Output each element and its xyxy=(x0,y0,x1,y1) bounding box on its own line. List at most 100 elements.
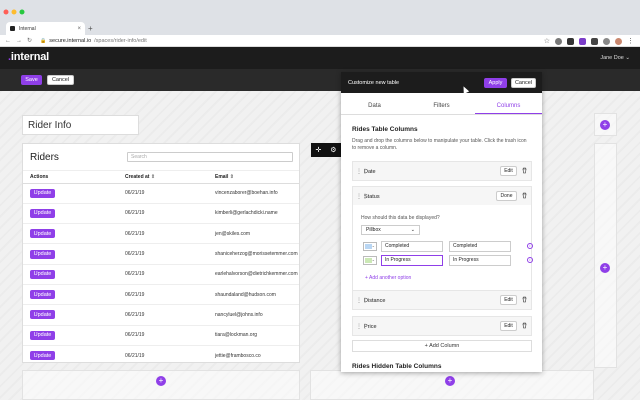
add-column-button[interactable]: + Add Column xyxy=(352,340,532,352)
modal-tabs: Data Filters Columns xyxy=(341,99,542,115)
extension-icon[interactable] xyxy=(591,37,598,45)
window-controls-icon xyxy=(3,9,25,15)
cancel-button[interactable]: Cancel xyxy=(47,75,74,85)
forward-icon[interactable]: → xyxy=(16,38,22,44)
table-row: Update 06/21/19 shaundaland@hudson.com xyxy=(23,284,299,306)
option-row: ⌄ Completed Completed i xyxy=(363,241,533,252)
tab-filters[interactable]: Filters xyxy=(408,99,475,114)
option-label-input[interactable]: In Progress xyxy=(449,255,511,266)
column-name: Status xyxy=(364,194,380,200)
save-button[interactable]: Save xyxy=(21,75,42,85)
trash-icon[interactable] xyxy=(522,322,527,329)
modal-cancel-button[interactable]: Cancel xyxy=(511,78,536,88)
table-row: Update 06/21/19 tiara@lockman.org xyxy=(23,325,299,346)
display-question: How should this data be displayed? xyxy=(361,215,440,221)
update-button[interactable]: Update xyxy=(30,208,55,218)
option-value-input[interactable]: In Progress xyxy=(381,255,443,266)
window-controls[interactable] xyxy=(2,8,32,18)
settings-gear-icon[interactable]: ⚙ xyxy=(330,146,336,154)
add-component-icon[interactable]: + xyxy=(600,120,610,130)
back-icon[interactable]: ← xyxy=(5,38,11,44)
search-input[interactable]: Search xyxy=(127,152,293,162)
column-row-status[interactable]: ⋮⋮ Status Done xyxy=(352,186,532,206)
done-column-button[interactable]: Done xyxy=(496,191,517,201)
close-tab-icon[interactable]: × xyxy=(77,26,81,32)
column-row-date[interactable]: ⋮⋮ Date Edit xyxy=(352,161,532,181)
profile-avatar[interactable] xyxy=(615,37,622,45)
info-icon[interactable]: i xyxy=(527,257,533,263)
email-cell: nancyluel@johns.info xyxy=(208,304,299,326)
move-icon[interactable]: ✛ xyxy=(315,146,321,154)
email-cell: jettie@frambosco.co xyxy=(208,345,299,362)
update-button[interactable]: Update xyxy=(30,310,55,320)
bookmark-star-icon[interactable]: ☆ xyxy=(544,37,550,45)
update-button[interactable]: Update xyxy=(30,290,55,300)
update-button[interactable]: Update xyxy=(30,269,55,279)
color-picker[interactable]: ⌄ xyxy=(363,242,377,251)
tab-title: Internal xyxy=(19,25,36,32)
update-button[interactable]: Update xyxy=(30,249,55,259)
extension-icon[interactable] xyxy=(555,37,562,45)
add-component-icon[interactable]: + xyxy=(445,376,455,386)
update-button[interactable]: Update xyxy=(30,330,55,340)
tab-data[interactable]: Data xyxy=(341,99,408,114)
actions-cell: Update xyxy=(23,183,118,204)
trash-icon[interactable] xyxy=(522,167,527,174)
sort-icon[interactable]: ⇕ xyxy=(151,174,155,180)
user-menu[interactable]: Jane Doe ⌄ xyxy=(600,55,630,61)
editor-toolbar: Save Cancel xyxy=(0,69,640,91)
extension-icon[interactable] xyxy=(567,37,574,45)
email-cell: shaundaland@hudson.com xyxy=(208,284,299,306)
actions-cell: Update xyxy=(23,243,118,265)
extension-icon[interactable] xyxy=(579,37,586,45)
column-header-created-at[interactable]: Created at ⇕ xyxy=(118,171,208,184)
section-title: Rides Table Columns xyxy=(352,126,418,133)
apply-button[interactable]: Apply xyxy=(484,78,507,88)
add-component-icon[interactable]: + xyxy=(600,263,610,273)
page-title[interactable]: Rider Info xyxy=(22,115,139,135)
trash-icon[interactable] xyxy=(522,192,527,199)
option-row: ⌄ In Progress In Progress i xyxy=(363,255,533,266)
new-tab-button[interactable]: + xyxy=(88,24,93,33)
logo[interactable]: .internal xyxy=(8,51,49,63)
riders-table-card[interactable]: Riders Search Actions Created at ⇕ Email… xyxy=(22,143,300,363)
option-label-input[interactable]: Completed xyxy=(449,241,511,252)
tab-columns[interactable]: Columns xyxy=(475,99,542,114)
extension-icon[interactable] xyxy=(603,37,610,45)
reload-icon[interactable]: ↻ xyxy=(27,37,32,44)
info-icon[interactable]: i xyxy=(527,243,533,249)
created-at-cell: 06/21/19 xyxy=(118,183,208,204)
chevron-down-icon: ⌄ xyxy=(371,257,375,262)
color-picker[interactable]: ⌄ xyxy=(363,256,377,265)
column-row-price[interactable]: ⋮⋮ Price Edit xyxy=(352,316,532,336)
update-button[interactable]: Update xyxy=(30,229,55,239)
trash-icon[interactable] xyxy=(522,296,527,303)
hidden-columns-title: Rides Hidden Table Columns xyxy=(352,363,442,370)
update-button[interactable]: Update xyxy=(30,351,55,361)
email-cell: kimberli@gerlachdicki.name xyxy=(208,203,299,225)
logo-text: internal xyxy=(10,51,49,63)
column-row-distance[interactable]: ⋮⋮ Distance Edit xyxy=(352,290,532,310)
columns-panel: Rides Table Columns Drag and drop the co… xyxy=(352,122,532,152)
column-header-email[interactable]: Email ⇕ xyxy=(208,171,299,184)
sort-icon[interactable]: ⇕ xyxy=(230,174,234,180)
display-type-value: Pillbox xyxy=(366,227,381,233)
edit-column-button[interactable]: Edit xyxy=(500,166,517,176)
update-button[interactable]: Update xyxy=(30,188,55,198)
table-header-row: Actions Created at ⇕ Email ⇕ xyxy=(23,171,299,184)
add-component-icon[interactable]: + xyxy=(156,376,166,386)
browser-tab[interactable]: Internal × xyxy=(6,22,85,35)
display-type-select[interactable]: Pillbox ⌄ xyxy=(361,225,420,235)
add-option-link[interactable]: + Add another option xyxy=(365,275,411,281)
created-at-cell: 06/21/19 xyxy=(118,223,208,245)
edit-column-button[interactable]: Edit xyxy=(500,295,517,305)
column-header-actions: Actions xyxy=(23,171,118,184)
edit-column-button[interactable]: Edit xyxy=(500,321,517,331)
option-value-input[interactable]: Completed xyxy=(381,241,443,252)
actions-cell: Update xyxy=(23,264,118,285)
created-at-cell: 06/21/19 xyxy=(118,304,208,326)
table-row: Update 06/21/19 kimberli@gerlachdicki.name xyxy=(23,203,299,225)
url-field[interactable]: 🔒 secure.internal.io/spaces/rider-info/e… xyxy=(40,38,147,44)
url-path: /spaces/rider-info/edit xyxy=(94,37,147,44)
browser-menu-icon[interactable]: ⋮ xyxy=(627,37,634,45)
